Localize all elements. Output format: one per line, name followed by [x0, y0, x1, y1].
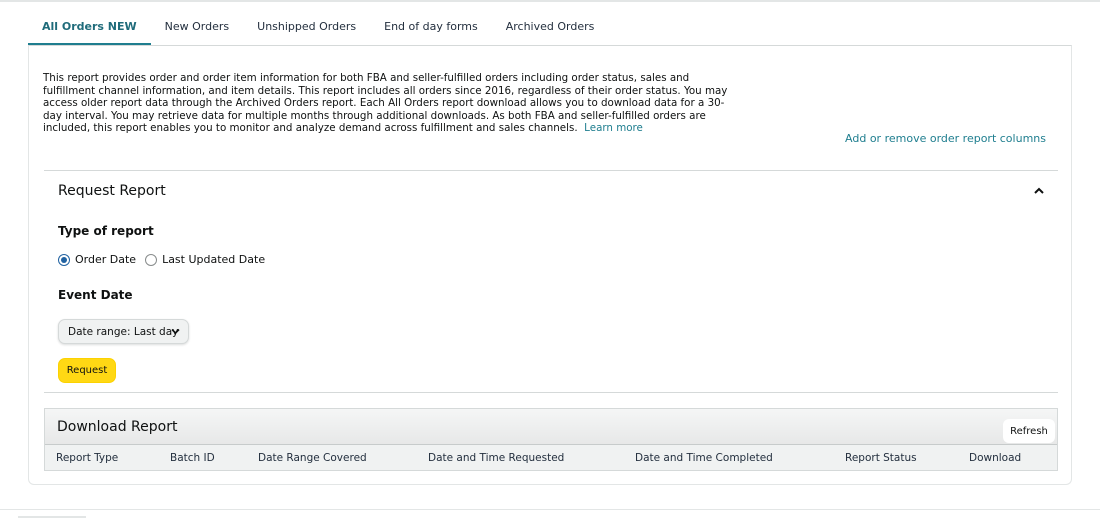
event-date-label: Event Date — [58, 288, 133, 302]
bottom-divider — [0, 509, 1100, 510]
tab-end-of-day-forms[interactable]: End of day forms — [370, 12, 492, 46]
tab-archived-orders[interactable]: Archived Orders — [492, 12, 609, 46]
order-tabs: All Orders NEW New Orders Unshipped Orde… — [28, 12, 608, 46]
report-type-radio-group: Order Date Last Updated Date — [58, 253, 274, 266]
request-report-section: Request Report Type of report Order Date… — [44, 170, 1058, 393]
column-date-range-covered: Date Range Covered — [258, 452, 367, 464]
learn-more-link[interactable]: Learn more — [584, 122, 643, 134]
report-description: This report provides order and order ite… — [43, 72, 733, 135]
radio-button-unchecked[interactable] — [145, 253, 158, 266]
radio-order-date-label: Order Date — [75, 253, 137, 266]
download-report-title: Download Report — [57, 419, 178, 435]
download-report-header: Download Report Refresh — [45, 409, 1057, 445]
radio-order-date[interactable]: Order Date — [58, 253, 136, 266]
request-button[interactable]: Request — [58, 358, 116, 383]
chevron-down-icon — [171, 328, 180, 335]
download-table-header: Report Type Batch ID Date Range Covered … — [45, 445, 1057, 471]
radio-last-updated-date[interactable]: Last Updated Date — [145, 253, 265, 266]
tab-new-orders[interactable]: New Orders — [151, 12, 243, 46]
all-orders-panel: This report provides order and order ite… — [28, 45, 1072, 485]
column-batch-id: Batch ID — [170, 452, 215, 464]
download-report-section: Download Report Refresh Report Type Batc… — [44, 408, 1058, 471]
column-report-type: Report Type — [56, 452, 119, 464]
column-report-status: Report Status — [845, 452, 917, 464]
date-range-select[interactable]: Date range: Last day — [58, 319, 189, 344]
chevron-up-icon[interactable] — [1032, 185, 1046, 197]
radio-button-checked[interactable] — [58, 253, 70, 266]
type-of-report-label: Type of report — [58, 224, 154, 238]
refresh-button[interactable]: Refresh — [1003, 419, 1055, 443]
tab-all-orders-new[interactable]: All Orders NEW — [28, 12, 151, 46]
top-divider — [0, 0, 1100, 2]
request-report-title: Request Report — [58, 183, 166, 199]
add-remove-columns-link[interactable]: Add or remove order report columns — [845, 132, 1046, 145]
tab-unshipped-orders[interactable]: Unshipped Orders — [243, 12, 370, 46]
radio-last-updated-date-label: Last Updated Date — [162, 253, 266, 266]
column-download: Download — [969, 452, 1022, 464]
column-date-time-completed: Date and Time Completed — [635, 452, 773, 464]
date-range-selected-value: Date range: Last day — [68, 325, 179, 338]
column-date-time-requested: Date and Time Requested — [428, 452, 565, 464]
